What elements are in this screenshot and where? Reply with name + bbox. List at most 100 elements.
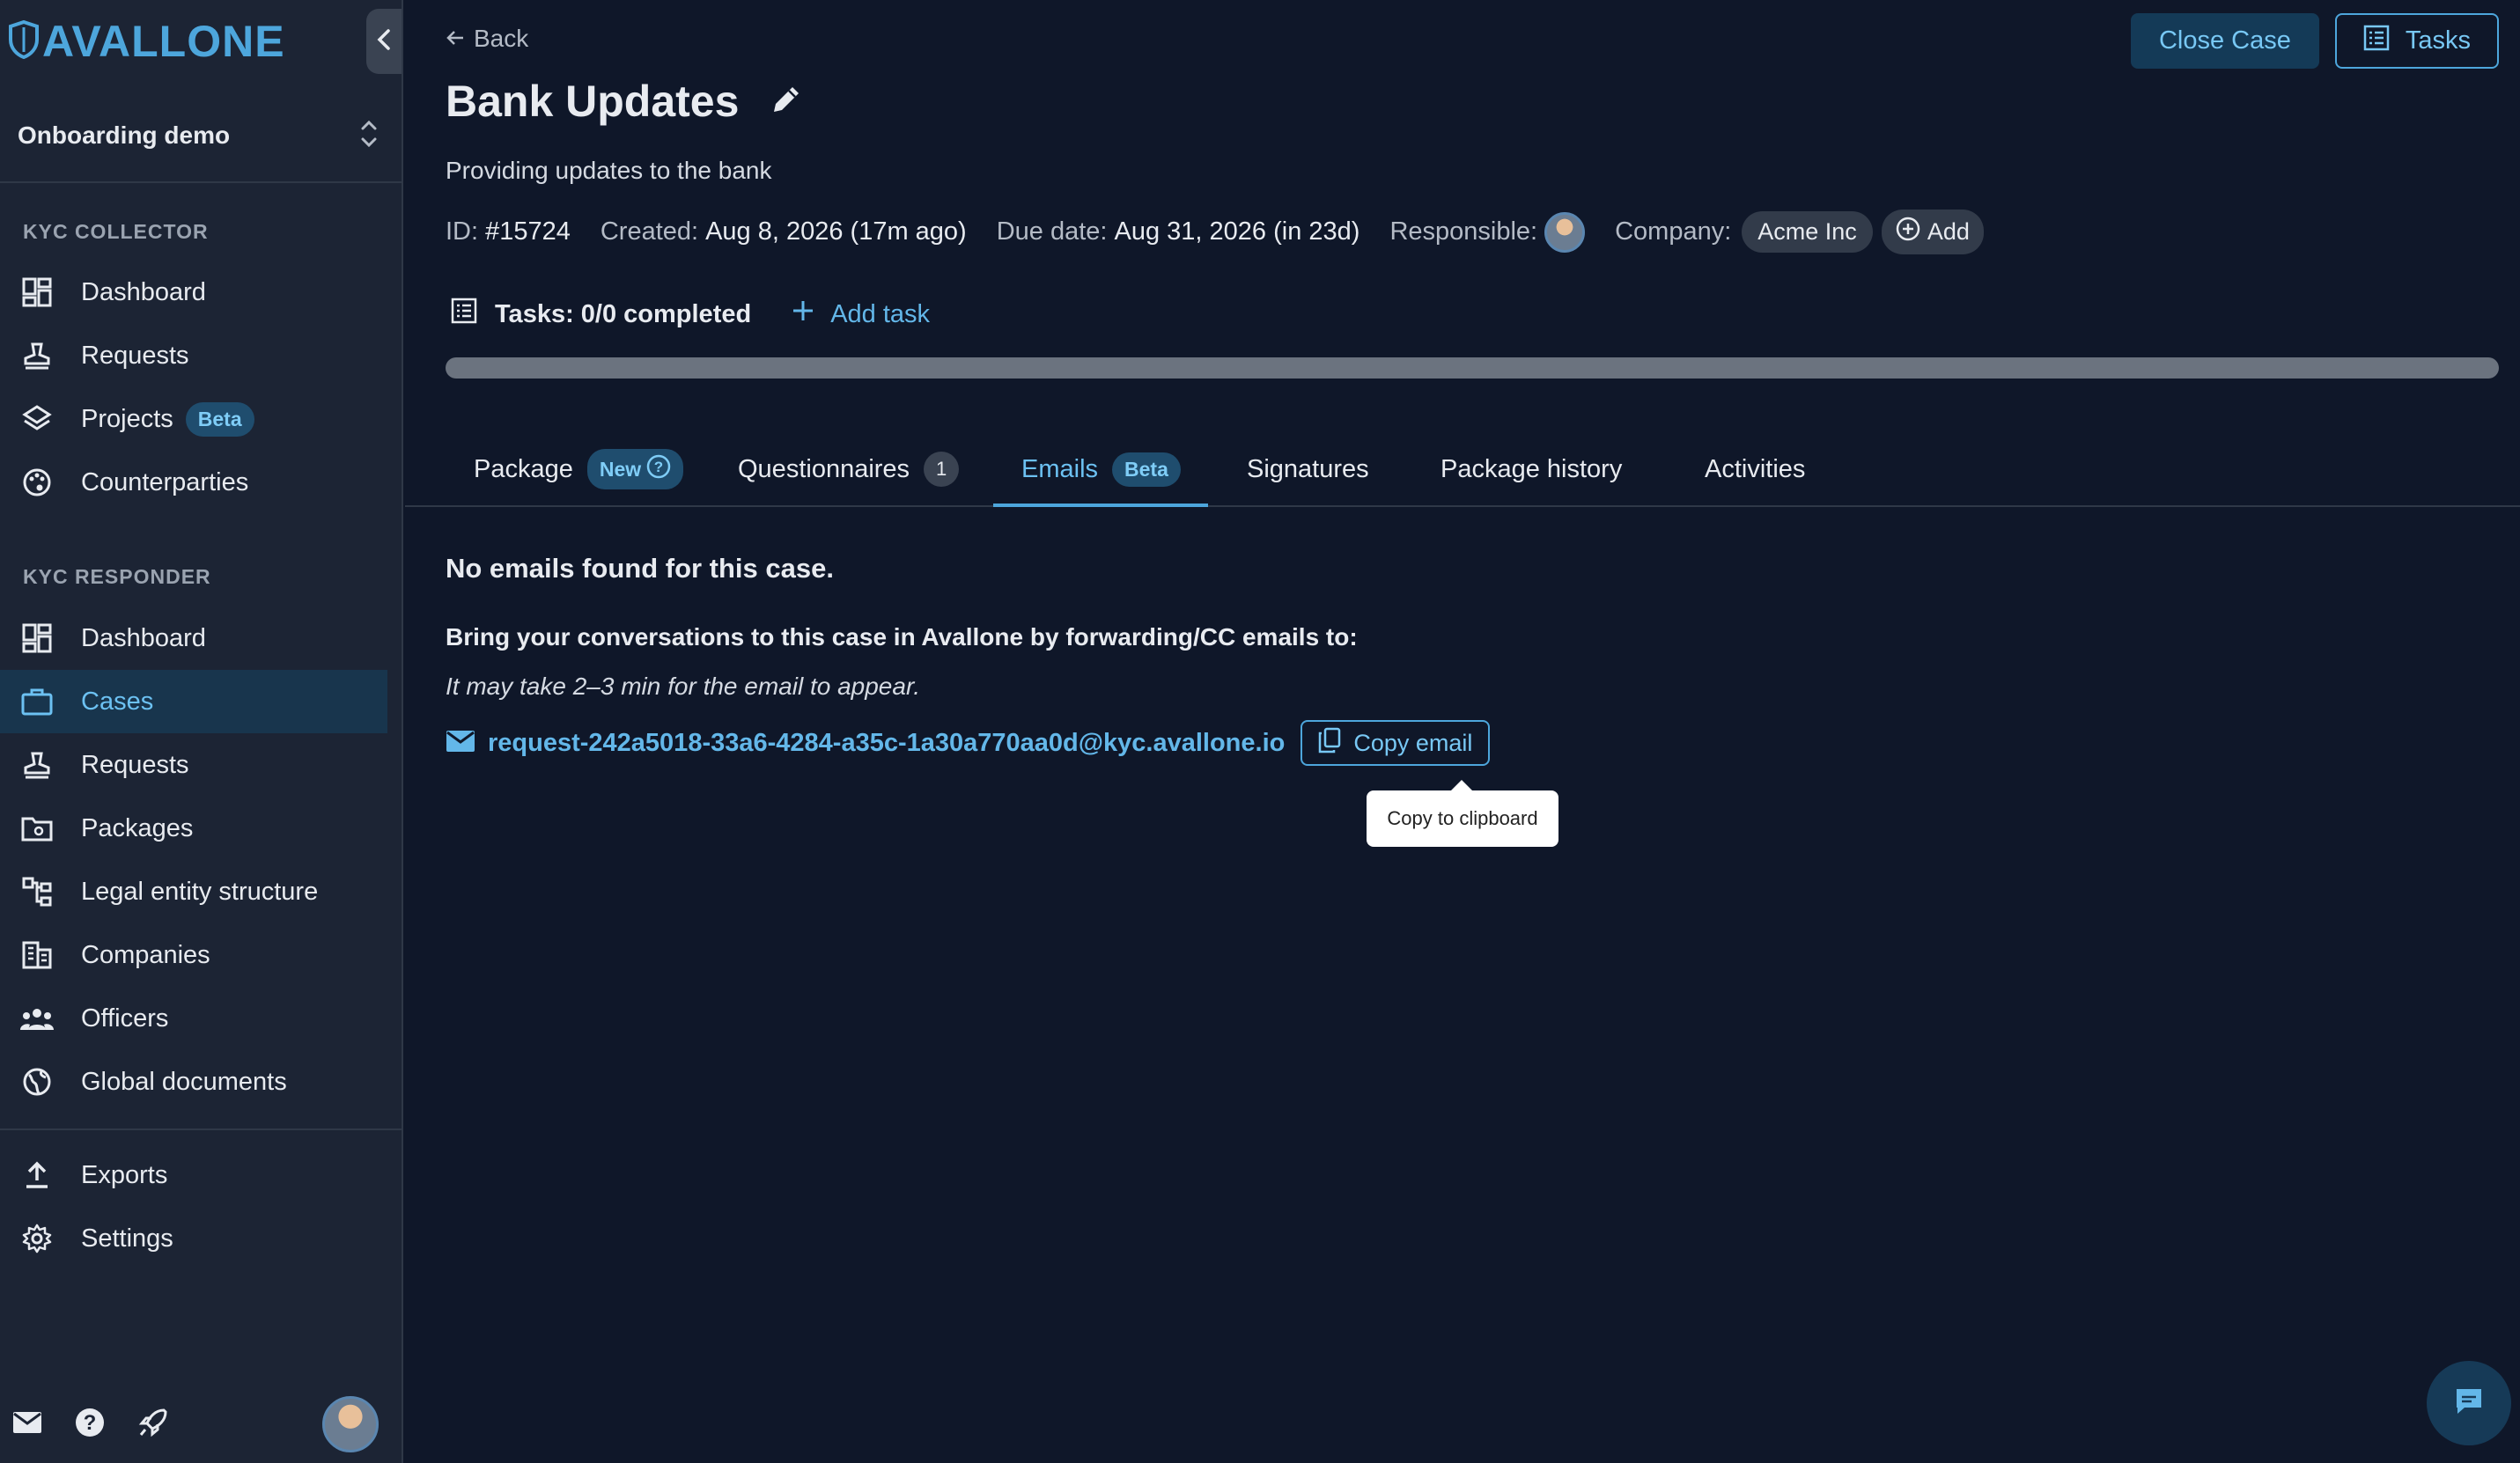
- case-id-value: #15724: [485, 217, 571, 246]
- page-title: Bank Updates: [446, 77, 740, 126]
- sidebar-item-label: Settings: [81, 1224, 173, 1253]
- user-avatar[interactable]: [322, 1396, 379, 1452]
- collapse-sidebar-button[interactable]: [366, 9, 402, 74]
- section-label-kyc-collector: KYC COLLECTOR: [23, 220, 209, 243]
- tab-signatures[interactable]: Signatures: [1247, 431, 1369, 507]
- case-title-row: Bank Updates: [446, 76, 804, 127]
- tab-label: Package: [474, 454, 573, 483]
- copy-icon: [1318, 727, 1341, 760]
- add-task-label: Add task: [830, 299, 931, 328]
- empty-state-title: No emails found for this case.: [446, 553, 834, 584]
- new-badge: New ?: [586, 449, 684, 489]
- help-circle-icon[interactable]: ?: [646, 454, 671, 484]
- sidebar-item-counterparties[interactable]: Counterparties: [0, 451, 387, 514]
- shield-logo-icon: [9, 19, 39, 63]
- sidebar-item-exports[interactable]: Exports: [0, 1143, 387, 1207]
- main-content: Back Close Case Tasks Bank Updates Provi…: [405, 0, 2520, 1463]
- sidebar-item-label: Counterparties: [81, 467, 249, 496]
- beta-badge: Beta: [1112, 452, 1181, 487]
- emails-panel: No emails found for this case. Bring you…: [446, 553, 1558, 847]
- layers-icon: [19, 401, 55, 437]
- svg-text:?: ?: [654, 459, 663, 475]
- rocket-icon[interactable]: [134, 1403, 173, 1442]
- arrow-left-icon: [446, 25, 465, 53]
- due-date-label: Due date:: [996, 217, 1108, 246]
- responsible-avatar[interactable]: [1544, 211, 1586, 253]
- sidebar-item-label: Companies: [81, 940, 210, 969]
- beta-badge: Beta: [185, 401, 254, 437]
- copy-email-label: Copy email: [1353, 729, 1473, 756]
- brand-name: AVALLONE: [42, 17, 285, 66]
- svg-text:?: ?: [84, 1411, 97, 1435]
- new-badge-label: New: [599, 457, 642, 481]
- add-company-button[interactable]: Add: [1881, 210, 1984, 254]
- back-link[interactable]: Back: [446, 25, 528, 53]
- stamp-icon: [19, 747, 55, 783]
- copy-email-button[interactable]: Copy email: [1301, 720, 1491, 766]
- sidebar-item-label: Global documents: [81, 1067, 287, 1096]
- app-root: AVALLONE Onboarding demo KYC COLLECTOR D…: [0, 0, 2520, 1463]
- back-label: Back: [474, 25, 529, 52]
- sidebar-item-collector-dashboard[interactable]: Dashboard: [0, 261, 387, 324]
- briefcase-icon: [19, 684, 55, 719]
- created-label: Created:: [600, 217, 699, 246]
- sidebar-divider: [0, 181, 403, 183]
- tab-activities[interactable]: Activities: [1705, 431, 1805, 507]
- sidebar-item-global-documents[interactable]: Global documents: [0, 1050, 387, 1114]
- tab-package-history[interactable]: Package history: [1441, 431, 1622, 507]
- tab-emails[interactable]: Emails Beta: [1021, 431, 1181, 507]
- sidebar-item-label: Requests: [81, 750, 189, 779]
- add-task-button[interactable]: Add task: [792, 299, 930, 329]
- sidebar-item-companies[interactable]: Companies: [0, 923, 387, 987]
- sidebar-item-legal-entity-structure[interactable]: Legal entity structure: [0, 860, 387, 923]
- edit-pencil-icon[interactable]: [769, 82, 804, 121]
- copy-tooltip: Copy to clipboard: [1367, 780, 1558, 847]
- sidebar-item-officers[interactable]: Officers: [0, 987, 387, 1050]
- tab-questionnaires[interactable]: Questionnaires 1: [738, 431, 960, 507]
- unfold-icon: [359, 118, 379, 154]
- delay-hint: It may take 2–3 min for the email to app…: [446, 673, 921, 700]
- workspace-name: Onboarding demo: [18, 121, 231, 149]
- sidebar-item-label: Projects: [81, 404, 173, 433]
- tasks-button[interactable]: Tasks: [2334, 13, 2499, 69]
- close-case-button[interactable]: Close Case: [2130, 13, 2319, 69]
- mail-icon[interactable]: [8, 1403, 47, 1442]
- add-company-label: Add: [1927, 218, 1970, 245]
- brand-logo[interactable]: AVALLONE: [9, 16, 285, 67]
- workspace-switcher[interactable]: Onboarding demo: [18, 118, 379, 153]
- tab-package[interactable]: Package New ?: [474, 431, 684, 507]
- sidebar-item-label: Dashboard: [81, 623, 206, 652]
- chat-bubble-icon: [2452, 1385, 2486, 1423]
- sidebar-item-label: Legal entity structure: [81, 877, 319, 906]
- due-date-value[interactable]: Aug 31, 2026 (in 23d): [1115, 217, 1360, 246]
- sidebar-item-responder-dashboard[interactable]: Dashboard: [0, 607, 387, 670]
- sidebar-item-cases[interactable]: Cases: [0, 670, 387, 733]
- sidebar-item-packages[interactable]: Packages: [0, 797, 387, 860]
- case-tabs: Package New ? Questionnaires 1 Emails Be…: [405, 431, 2520, 507]
- help-icon[interactable]: ?: [70, 1403, 109, 1442]
- sidebar-item-label: Cases: [81, 687, 154, 716]
- chat-widget-button[interactable]: [2427, 1361, 2511, 1445]
- active-tab-indicator: [993, 504, 1208, 507]
- tasks-summary: Tasks: 0/0 completed Add task: [451, 298, 930, 331]
- sidebar-item-label: Requests: [81, 341, 189, 370]
- forwarding-email-address[interactable]: request-242a5018-33a6-4284-a35c-1a30a770…: [488, 729, 1285, 758]
- plus-icon: [792, 299, 814, 329]
- tab-label: Emails: [1021, 454, 1099, 483]
- case-responsible: Responsible:: [1389, 211, 1586, 253]
- sidebar-item-label: Dashboard: [81, 277, 206, 306]
- top-actions: Close Case Tasks: [2130, 13, 2499, 69]
- add-circle-icon: [1896, 217, 1920, 247]
- company-chip[interactable]: Acme Inc: [1742, 211, 1873, 253]
- tree-icon: [19, 874, 55, 909]
- sidebar-item-settings[interactable]: Settings: [0, 1207, 387, 1270]
- sidebar-item-label: Officers: [81, 1004, 169, 1033]
- questionnaires-count: 1: [924, 452, 960, 487]
- sidebar-divider: [0, 1128, 403, 1130]
- sidebar-item-responder-requests[interactable]: Requests: [0, 733, 387, 797]
- tab-label: Activities: [1705, 454, 1806, 483]
- sidebar-item-label: Packages: [81, 813, 194, 842]
- sidebar-item-projects[interactable]: Projects Beta: [0, 387, 387, 451]
- sidebar-item-collector-requests[interactable]: Requests: [0, 324, 387, 387]
- globe-icon: [19, 1064, 55, 1099]
